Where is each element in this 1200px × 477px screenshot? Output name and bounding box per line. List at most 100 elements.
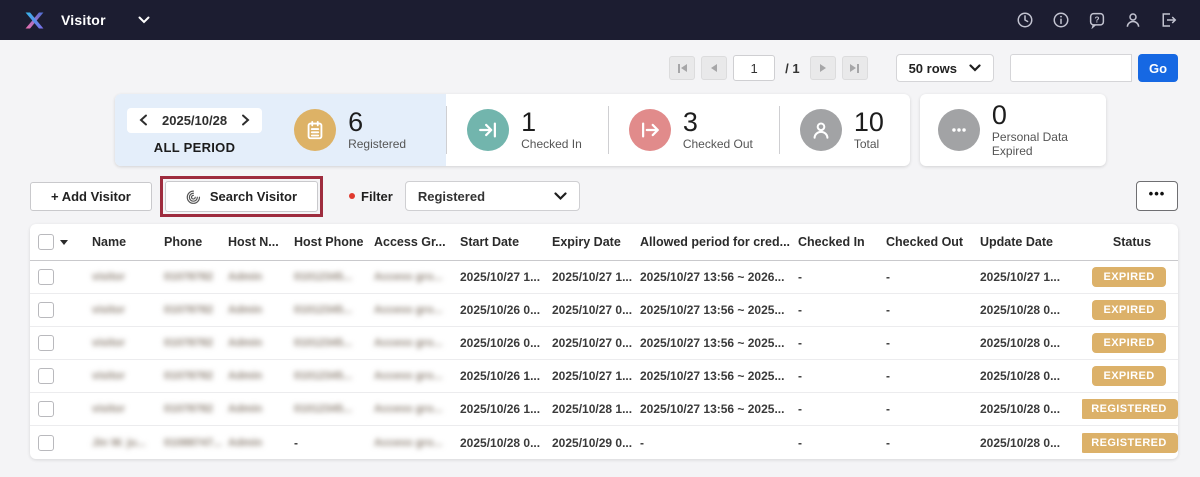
stat-checked-out[interactable]: 3 Checked Out [609, 94, 779, 166]
user-icon[interactable] [1123, 11, 1142, 30]
cell-name: visitor [88, 271, 160, 283]
cell-host-phone: 01012345... [290, 370, 370, 382]
col-update-date[interactable]: Update Date [976, 235, 1082, 249]
col-checked-out[interactable]: Checked Out [882, 235, 976, 249]
prev-page-button[interactable] [701, 56, 727, 80]
cell-host-name: Admin [224, 403, 290, 415]
table-row[interactable]: Jin W. ju... 01088747... Admin - Access … [30, 426, 1178, 459]
svg-text:?: ? [1094, 16, 1099, 25]
help-icon[interactable]: ? [1087, 11, 1106, 30]
search-visitor-label: Search Visitor [210, 189, 297, 204]
cell-start-date: 2025/10/26 0... [456, 303, 548, 317]
clock-icon[interactable] [1015, 11, 1034, 30]
cell-phone: 01078782 [160, 271, 224, 283]
cell-checked-out: - [882, 436, 976, 450]
col-allowed-period[interactable]: Allowed period for cred... [636, 235, 794, 249]
row-checkbox[interactable] [38, 435, 54, 451]
cell-expiry-date: 2025/10/28 1... [548, 402, 636, 416]
stat-checked-in[interactable]: 1 Checked In [447, 94, 608, 166]
row-checkbox[interactable] [38, 335, 54, 351]
col-phone[interactable]: Phone [160, 235, 224, 249]
select-menu-caret-icon[interactable] [60, 240, 68, 245]
logout-icon[interactable] [1159, 11, 1178, 30]
cell-start-date: 2025/10/28 0... [456, 436, 548, 450]
col-start-date[interactable]: Start Date [456, 235, 548, 249]
next-date-icon[interactable] [241, 114, 250, 126]
menu-chevron-down-icon[interactable] [138, 16, 150, 24]
cell-phone: 01088747... [160, 437, 224, 449]
page-number-input[interactable] [733, 55, 775, 81]
cell-checked-in: - [794, 436, 882, 450]
date-period-zone: 2025/10/28 ALL PERIOD [115, 94, 274, 166]
cell-access-group: Access gro... [370, 271, 456, 283]
table-row[interactable]: visitor 01078782 Admin 01012345... Acces… [30, 261, 1178, 294]
col-expiry-date[interactable]: Expiry Date [548, 235, 636, 249]
cell-allowed-period: 2025/10/27 13:56 ~ 2026... [636, 270, 794, 284]
more-options-button[interactable]: ••• [1136, 181, 1178, 211]
go-button[interactable]: Go [1138, 54, 1178, 82]
filter-label: Filter [361, 189, 393, 204]
next-page-button[interactable] [810, 56, 836, 80]
cell-checked-in: - [794, 402, 882, 416]
filter-select[interactable]: Registered [405, 181, 580, 211]
cell-checked-out: - [882, 369, 976, 383]
annotation-highlight-box: Search Visitor [160, 176, 323, 217]
period-label[interactable]: ALL PERIOD [154, 140, 236, 155]
status-badge: EXPIRED [1092, 366, 1165, 386]
stats-bar: 2025/10/28 ALL PERIOD 6 Registered [115, 94, 1178, 166]
prev-date-icon[interactable] [139, 114, 148, 126]
stat-registered[interactable]: 6 Registered [274, 94, 446, 166]
table-body: visitor 01078782 Admin 01012345... Acces… [30, 261, 1178, 459]
status-badge: EXPIRED [1092, 267, 1165, 287]
cell-host-name: Admin [224, 337, 290, 349]
col-checked-in[interactable]: Checked In [794, 235, 882, 249]
stat-total[interactable]: 10 Total [780, 94, 910, 166]
cell-host-phone: 01012345... [290, 337, 370, 349]
cell-update-date: 2025/10/28 0... [976, 369, 1082, 383]
row-checkbox[interactable] [38, 368, 54, 384]
stat-personal-data-expired[interactable]: 0 Personal Data Expired [920, 94, 1106, 166]
status-badge: REGISTERED [1082, 399, 1178, 419]
cell-allowed-period: 2025/10/27 13:56 ~ 2025... [636, 336, 794, 350]
ellipsis-icon [938, 109, 980, 151]
cell-update-date: 2025/10/28 0... [976, 303, 1082, 317]
first-page-button[interactable] [669, 56, 695, 80]
table-row[interactable]: visitor 01078782 Admin 01012345... Acces… [30, 393, 1178, 426]
col-name[interactable]: Name [88, 235, 160, 249]
col-host-phone[interactable]: Host Phone [290, 235, 370, 249]
cell-checked-in: - [794, 303, 882, 317]
row-checkbox[interactable] [38, 302, 54, 318]
col-host-name[interactable]: Host N... [224, 235, 290, 249]
cell-name: Jin W. ju... [88, 437, 160, 449]
add-visitor-button[interactable]: + Add Visitor [30, 182, 152, 211]
rows-per-page-select[interactable]: 50 rows [896, 54, 994, 82]
total-label: Total [854, 138, 884, 152]
cell-access-group: Access gro... [370, 403, 456, 415]
app-logo-icon[interactable] [22, 8, 47, 33]
table-row[interactable]: visitor 01078782 Admin 01012345... Acces… [30, 294, 1178, 327]
select-all-checkbox[interactable] [38, 234, 54, 250]
cell-update-date: 2025/10/27 1... [976, 270, 1082, 284]
info-icon[interactable] [1051, 11, 1070, 30]
cell-allowed-period: - [636, 436, 794, 450]
cell-checked-out: - [882, 270, 976, 284]
search-visitor-button[interactable]: Search Visitor [165, 181, 318, 212]
cell-checked-out: - [882, 303, 976, 317]
cell-phone: 01078782 [160, 370, 224, 382]
cell-host-phone: 01012345... [290, 304, 370, 316]
last-page-button[interactable] [842, 56, 868, 80]
row-checkbox[interactable] [38, 269, 54, 285]
cell-expiry-date: 2025/10/27 0... [548, 336, 636, 350]
col-access-group[interactable]: Access Gr... [370, 235, 456, 249]
table-row[interactable]: visitor 01078782 Admin 01012345... Acces… [30, 327, 1178, 360]
search-input[interactable] [1010, 54, 1132, 82]
cell-name: visitor [88, 337, 160, 349]
table-row[interactable]: visitor 01078782 Admin 01012345... Acces… [30, 360, 1178, 393]
col-status[interactable]: Status [1082, 235, 1178, 249]
cell-host-name: Admin [224, 271, 290, 283]
cell-start-date: 2025/10/26 1... [456, 402, 548, 416]
cell-host-name: Admin [224, 437, 290, 449]
row-checkbox[interactable] [38, 401, 54, 417]
cell-checked-in: - [794, 270, 882, 284]
filter-dot-icon [349, 193, 355, 199]
